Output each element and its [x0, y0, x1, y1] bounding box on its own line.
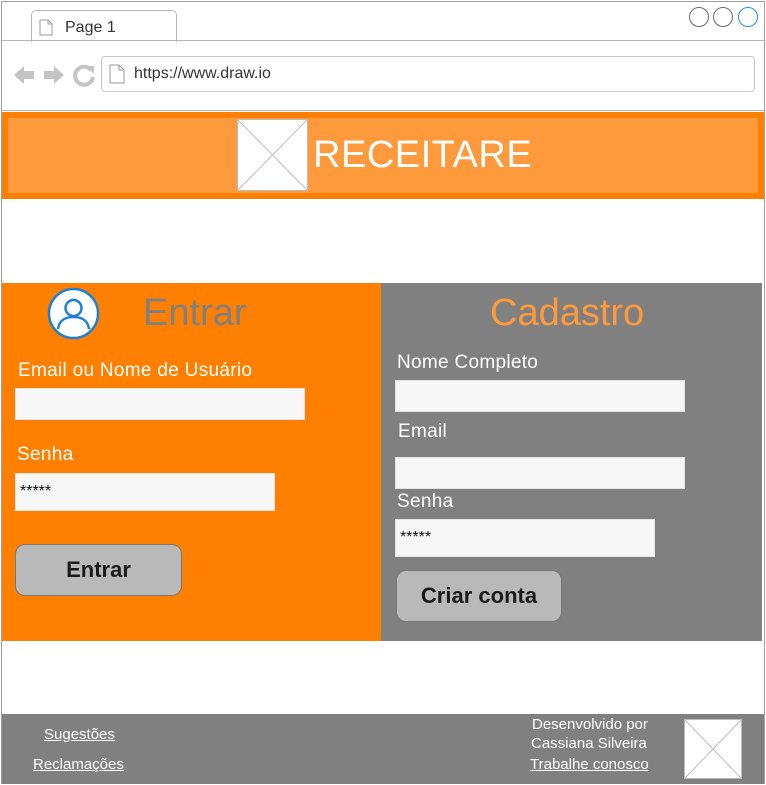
back-arrow-icon[interactable]: [12, 63, 36, 87]
login-title: Entrar: [143, 292, 247, 334]
image-placeholder-icon: [237, 119, 308, 191]
window-button-3[interactable]: [738, 7, 758, 27]
footer: [2, 714, 764, 784]
tab-title: Page 1: [65, 19, 116, 36]
address-url: https://www.draw.io: [134, 65, 271, 82]
address-bar[interactable]: https://www.draw.io: [101, 56, 755, 92]
login-button[interactable]: Entrar: [15, 544, 182, 596]
username-input[interactable]: [15, 388, 305, 420]
email-input[interactable]: [395, 457, 685, 489]
page-icon: [109, 64, 125, 84]
image-placeholder-icon: [684, 719, 742, 779]
developed-by-text: Desenvolvido por: [532, 716, 648, 733]
username-label: Email ou Nome de Usuário: [18, 360, 253, 381]
chrome-divider: [2, 110, 764, 111]
create-account-button[interactable]: Criar conta: [396, 570, 562, 622]
email-label: Email: [398, 421, 448, 442]
login-password-input[interactable]: [15, 473, 275, 511]
signup-password-label: Senha: [397, 491, 454, 512]
window-button-2[interactable]: [713, 7, 733, 27]
browser-tab[interactable]: Page 1: [31, 10, 177, 42]
author-name: Cassiana Silveira: [531, 735, 647, 752]
complaints-link[interactable]: Reclamações: [33, 756, 124, 773]
user-avatar-icon: [47, 287, 100, 340]
suggestions-link[interactable]: Sugestões: [44, 726, 115, 743]
forward-arrow-icon[interactable]: [42, 63, 66, 87]
page-icon: [39, 19, 53, 36]
full-name-input[interactable]: [395, 380, 685, 412]
signup-password-input[interactable]: [395, 519, 655, 557]
refresh-icon[interactable]: [72, 63, 96, 87]
login-password-label: Senha: [17, 444, 74, 465]
careers-link[interactable]: Trabalhe conosco: [530, 756, 649, 773]
signup-title: Cadastro: [490, 292, 645, 334]
window-button-1[interactable]: [689, 7, 709, 27]
tab-divider: [2, 40, 764, 41]
full-name-label: Nome Completo: [397, 352, 539, 373]
site-title: RECEITARE: [313, 134, 533, 176]
